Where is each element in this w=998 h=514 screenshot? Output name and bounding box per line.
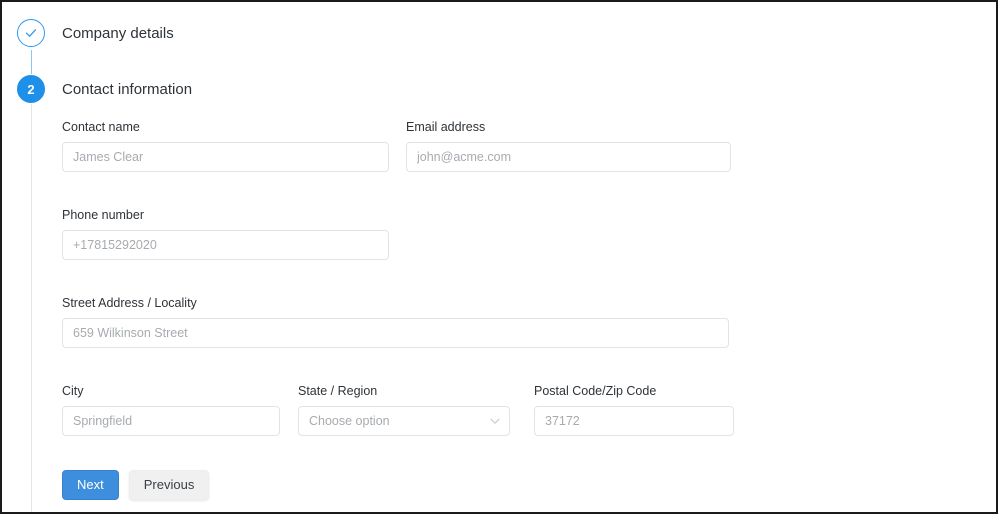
contact-name-input[interactable] — [62, 142, 389, 172]
next-button[interactable]: Next — [62, 470, 119, 500]
step-1-title[interactable]: Company details — [62, 25, 174, 42]
phone-number-input[interactable] — [62, 230, 389, 260]
field-contact-name: Contact name — [62, 120, 389, 172]
city-input[interactable] — [62, 406, 280, 436]
form-row-street: Street Address / Locality — [62, 296, 962, 348]
city-label: City — [62, 384, 84, 398]
state-region-select[interactable]: Choose option — [298, 406, 510, 436]
form-row-name-email: Contact name Email address — [62, 120, 962, 172]
street-address-input[interactable] — [62, 318, 729, 348]
form-actions: Next Previous — [62, 470, 962, 500]
postal-code-label: Postal Code/Zip Code — [534, 384, 657, 398]
step-2-number: 2 — [27, 81, 35, 97]
email-address-label: Email address — [406, 120, 486, 134]
stepper: 2 — [2, 2, 60, 512]
email-address-input[interactable] — [406, 142, 731, 172]
state-region-select-wrapper: Choose option — [298, 406, 510, 436]
wizard-page: 2 Company details Contact information Co… — [0, 0, 998, 514]
step-2-title[interactable]: Contact information — [62, 81, 192, 98]
form-row-city-state-postal: City State / Region Choose option — [62, 384, 962, 436]
state-region-label: State / Region — [298, 384, 378, 398]
step-connector-rail — [30, 104, 32, 512]
field-postal-code: Postal Code/Zip Code — [534, 384, 734, 436]
street-address-label: Street Address / Locality — [62, 296, 197, 310]
postal-code-input[interactable] — [534, 406, 734, 436]
field-email-address: Email address — [406, 120, 731, 172]
previous-button[interactable]: Previous — [128, 470, 210, 500]
phone-number-label: Phone number — [62, 208, 145, 222]
form-row-phone: Phone number — [62, 208, 962, 260]
step-1-indicator[interactable] — [17, 19, 45, 47]
field-street-address: Street Address / Locality — [62, 296, 729, 348]
step-connector-active — [30, 50, 32, 74]
field-state-region: State / Region Choose option — [298, 384, 510, 436]
check-icon — [24, 26, 38, 40]
field-city: City — [62, 384, 280, 436]
field-phone-number: Phone number — [62, 208, 389, 260]
step-2-indicator[interactable]: 2 — [17, 75, 45, 103]
contact-information-form: Contact name Email address Phone number … — [62, 120, 962, 500]
contact-name-label: Contact name — [62, 120, 140, 134]
state-region-selected-value: Choose option — [309, 414, 390, 428]
